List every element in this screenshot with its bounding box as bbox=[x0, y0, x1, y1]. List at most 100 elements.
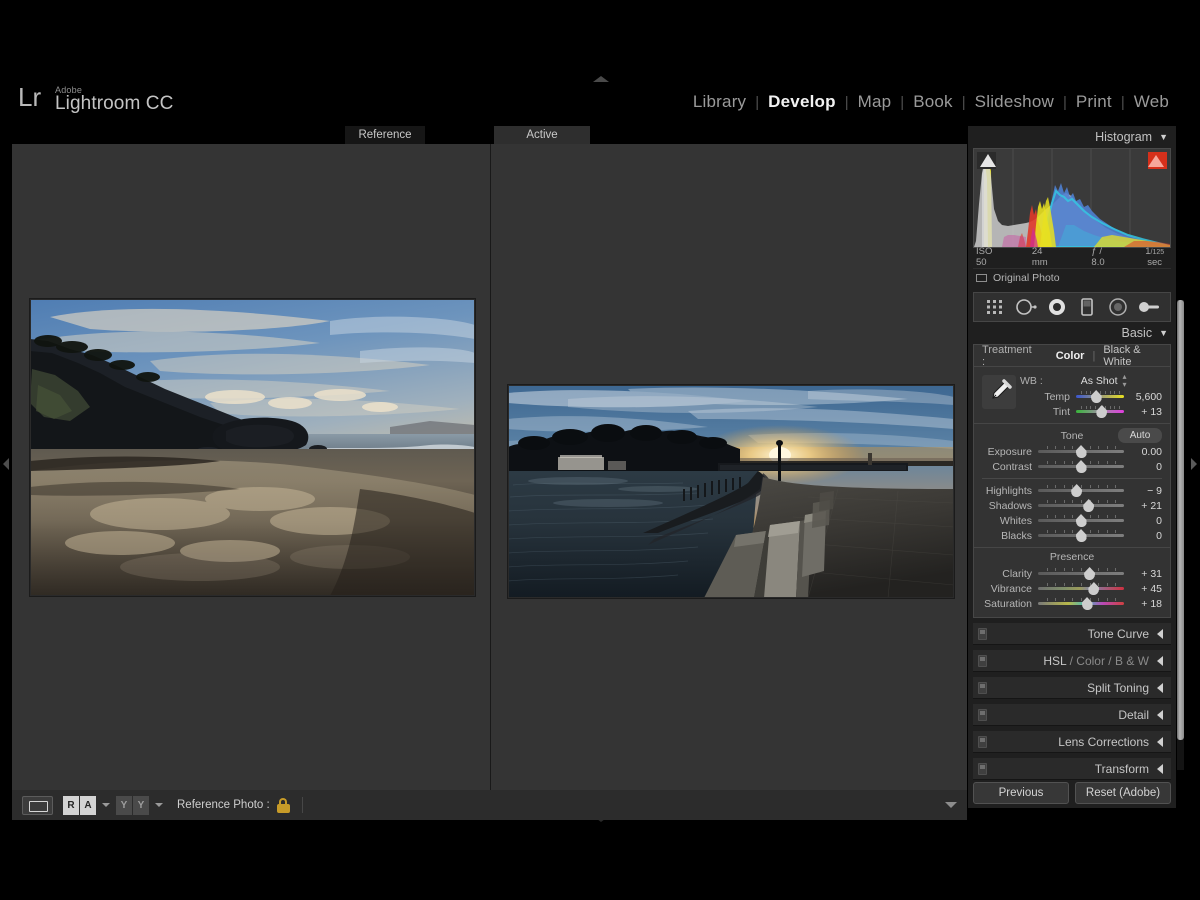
basic-panel-header[interactable]: Basic ▼ bbox=[968, 322, 1176, 344]
slider-track[interactable] bbox=[1076, 390, 1124, 403]
module-print[interactable]: Print bbox=[1067, 92, 1121, 112]
tone-whites-slider[interactable]: Whites 0 bbox=[982, 513, 1162, 528]
panel-switch-toggle[interactable] bbox=[978, 628, 987, 640]
module-library[interactable]: Library bbox=[684, 92, 755, 112]
panel-title: Detail bbox=[1118, 707, 1149, 722]
graduated-filter-icon[interactable] bbox=[1075, 296, 1099, 318]
panel-switch-toggle[interactable] bbox=[978, 655, 987, 667]
slider-value: + 45 bbox=[1141, 582, 1162, 595]
before-after-button[interactable]: Y Y bbox=[116, 795, 149, 815]
chevron-left-icon[interactable] bbox=[1157, 736, 1163, 747]
crop-overlay-icon[interactable] bbox=[983, 296, 1007, 318]
panel-header-detail[interactable]: Detail bbox=[973, 704, 1171, 726]
histogram-header[interactable]: Histogram ▼ bbox=[968, 126, 1176, 148]
panel-switch-toggle[interactable] bbox=[978, 736, 987, 748]
slider-track[interactable] bbox=[1038, 514, 1124, 527]
module-develop[interactable]: Develop bbox=[759, 92, 845, 112]
treatment-color-option[interactable]: Color bbox=[1056, 350, 1085, 362]
module-slideshow[interactable]: Slideshow bbox=[966, 92, 1063, 112]
panel-header-lens-corrections[interactable]: Lens Corrections bbox=[973, 731, 1171, 753]
white-balance-row: WB : As Shot ▴ ▾ Temp 5,600 Tint + 13 bbox=[974, 367, 1170, 424]
module-book[interactable]: Book bbox=[904, 92, 962, 112]
scrollbar-thumb[interactable] bbox=[1177, 300, 1184, 740]
wb-temp-slider[interactable]: Temp 5,600 bbox=[1020, 389, 1162, 404]
panel-header-hsl-color-b-w[interactable]: HSL / Color / B & W bbox=[973, 650, 1171, 672]
red-eye-correction-icon[interactable] bbox=[1045, 296, 1069, 318]
chevron-left-icon[interactable] bbox=[1157, 709, 1163, 720]
active-pane[interactable] bbox=[491, 144, 967, 790]
panel-switch-toggle[interactable] bbox=[978, 682, 987, 694]
active-view-icon[interactable]: A bbox=[80, 795, 96, 815]
slider-track[interactable] bbox=[1038, 445, 1124, 458]
reference-compare-button[interactable]: R A bbox=[63, 795, 96, 815]
right-panel-collapse-arrow[interactable] bbox=[1191, 458, 1197, 470]
wb-tint-slider[interactable]: Tint + 13 bbox=[1020, 404, 1162, 419]
tone-exposure-slider[interactable]: Exposure 0.00 bbox=[982, 444, 1162, 459]
slider-track[interactable] bbox=[1038, 567, 1124, 580]
original-photo-toggle[interactable]: Original Photo bbox=[973, 268, 1171, 286]
previous-button[interactable]: Previous bbox=[973, 782, 1069, 804]
module-web[interactable]: Web bbox=[1125, 92, 1178, 112]
panel-header-tone-curve[interactable]: Tone Curve bbox=[973, 623, 1171, 645]
slider-track[interactable] bbox=[1076, 405, 1124, 418]
exif-iso: ISO 50 bbox=[976, 246, 993, 268]
before-view-icon[interactable]: Y bbox=[116, 795, 132, 815]
before-after-caret-icon[interactable] bbox=[155, 803, 163, 807]
chevron-left-icon[interactable] bbox=[1157, 682, 1163, 693]
tone-highlights-slider[interactable]: Highlights − 9 bbox=[982, 483, 1162, 498]
slider-track[interactable] bbox=[1038, 484, 1124, 497]
reference-photo-label: Reference Photo : bbox=[177, 799, 270, 811]
panel-header-split-toning[interactable]: Split Toning bbox=[973, 677, 1171, 699]
presence-saturation-slider[interactable]: Saturation + 18 bbox=[982, 596, 1162, 611]
slider-value: − 9 bbox=[1147, 484, 1162, 497]
presence-vibrance-slider[interactable]: Vibrance + 45 bbox=[982, 581, 1162, 596]
chevron-down-icon[interactable]: ▼ bbox=[1159, 328, 1168, 338]
presence-clarity-slider[interactable]: Clarity + 31 bbox=[982, 566, 1162, 581]
chevron-left-icon[interactable] bbox=[1157, 628, 1163, 639]
reference-photo[interactable] bbox=[30, 299, 475, 596]
wb-value[interactable]: As Shot bbox=[1081, 375, 1118, 387]
panel-switch-toggle[interactable] bbox=[978, 763, 987, 775]
panel-header-transform[interactable]: Transform bbox=[973, 758, 1171, 780]
slider-track[interactable] bbox=[1038, 597, 1124, 610]
lock-closed-icon[interactable] bbox=[276, 797, 290, 813]
module-map[interactable]: Map bbox=[849, 92, 901, 112]
toolbar-collapse-caret-icon[interactable] bbox=[945, 802, 957, 808]
spot-removal-icon[interactable] bbox=[1014, 296, 1038, 318]
loupe-view-icon[interactable] bbox=[22, 795, 53, 815]
slider-value: + 21 bbox=[1141, 499, 1162, 512]
wb-stepper-icon[interactable]: ▴ ▾ bbox=[1123, 373, 1127, 389]
slider-label: Blacks bbox=[1001, 529, 1032, 542]
chevron-left-icon[interactable] bbox=[1157, 763, 1163, 774]
after-view-icon[interactable]: Y bbox=[133, 795, 149, 815]
white-balance-selector-icon[interactable] bbox=[982, 375, 1016, 409]
top-panel-collapse-arrow[interactable] bbox=[593, 76, 609, 82]
histogram-graph[interactable] bbox=[973, 148, 1171, 248]
slider-track[interactable] bbox=[1038, 529, 1124, 542]
tone-blacks-slider[interactable]: Blacks 0 bbox=[982, 528, 1162, 543]
slider-track[interactable] bbox=[1038, 499, 1124, 512]
reference-compare-caret-icon[interactable] bbox=[102, 803, 110, 807]
radial-filter-icon[interactable] bbox=[1106, 296, 1130, 318]
panel-switch-toggle[interactable] bbox=[978, 709, 987, 721]
original-photo-checkbox-icon[interactable] bbox=[976, 273, 987, 282]
tone-contrast-slider[interactable]: Contrast 0 bbox=[982, 459, 1162, 474]
reset-button[interactable]: Reset (Adobe) bbox=[1075, 782, 1171, 804]
slider-label: Shadows bbox=[988, 499, 1032, 512]
tone-primary-sliders: Exposure 0.00 Contrast 0 bbox=[982, 444, 1162, 474]
treatment-bw-option[interactable]: Black & White bbox=[1103, 344, 1162, 368]
reference-view-icon[interactable]: R bbox=[63, 795, 79, 815]
active-photo[interactable] bbox=[508, 385, 954, 598]
chevron-down-icon[interactable]: ▼ bbox=[1159, 132, 1168, 142]
slider-track[interactable] bbox=[1038, 582, 1124, 595]
adjustment-brush-icon[interactable] bbox=[1137, 296, 1161, 318]
chevron-left-icon[interactable] bbox=[1157, 655, 1163, 666]
slider-track[interactable] bbox=[1038, 460, 1124, 473]
left-panel-collapse-arrow[interactable] bbox=[3, 458, 9, 470]
reference-pane[interactable] bbox=[12, 144, 491, 790]
slider-label: Highlights bbox=[985, 484, 1032, 497]
auto-tone-button[interactable]: Auto bbox=[1118, 428, 1162, 443]
presence-title: Presence bbox=[1049, 551, 1095, 563]
tone-shadows-slider[interactable]: Shadows + 21 bbox=[982, 498, 1162, 513]
right-panel-scrollbar[interactable] bbox=[1177, 300, 1184, 770]
